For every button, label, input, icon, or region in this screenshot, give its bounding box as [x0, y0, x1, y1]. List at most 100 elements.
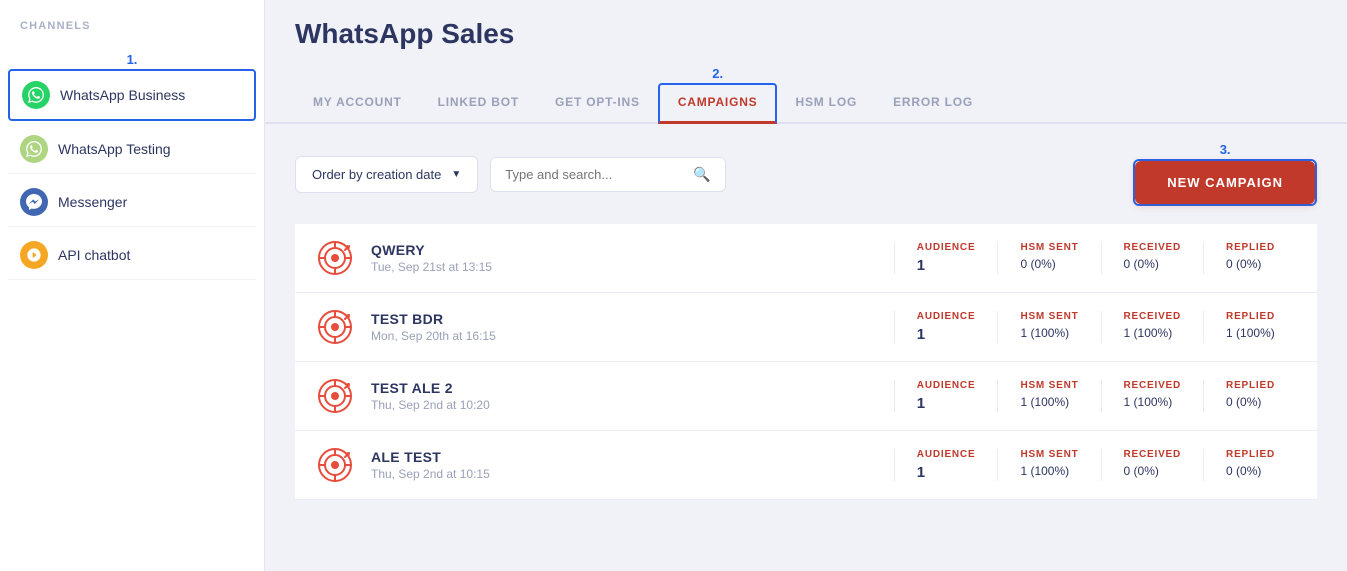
search-input[interactable]	[505, 167, 685, 182]
stat-audience: AUDIENCE 1	[894, 311, 998, 343]
main-header: WhatsApp Sales	[265, 0, 1347, 66]
audience-value: 1	[917, 395, 925, 412]
replied-value: 0 (0%)	[1226, 395, 1261, 409]
received-value: 1 (100%)	[1124, 326, 1173, 340]
stat-hsm-sent: HSM SENT 0 (0%)	[997, 242, 1100, 274]
received-label: RECEIVED	[1124, 380, 1182, 391]
target-icon	[317, 240, 353, 276]
table-row[interactable]: TEST ALE 2 Thu, Sep 2nd at 10:20 AUDIENC…	[295, 362, 1317, 431]
campaign-stats: AUDIENCE 1 HSM SENT 1 (100%) RECEIVED 1 …	[894, 311, 1297, 343]
tab-error-log[interactable]: ERROR LOG	[875, 85, 991, 124]
received-value: 0 (0%)	[1124, 257, 1159, 271]
audience-label: AUDIENCE	[917, 242, 976, 253]
search-icon: 🔍	[693, 166, 710, 183]
hsm-sent-value: 1 (100%)	[1020, 326, 1069, 340]
replied-value: 1 (100%)	[1226, 326, 1275, 340]
campaign-stats: AUDIENCE 1 HSM SENT 1 (100%) RECEIVED 1 …	[894, 380, 1297, 412]
received-value: 1 (100%)	[1124, 395, 1173, 409]
stat-replied: REPLIED 0 (0%)	[1203, 380, 1297, 412]
tab-my-account[interactable]: MY ACCOUNT	[295, 85, 420, 124]
replied-label: REPLIED	[1226, 449, 1275, 460]
table-row[interactable]: ALE TEST Thu, Sep 2nd at 10:15 AUDIENCE …	[295, 431, 1317, 500]
whatsapp-testing-icon	[20, 135, 48, 163]
campaigns-list: QWERY Tue, Sep 21st at 13:15 AUDIENCE 1 …	[265, 224, 1347, 571]
hsm-sent-label: HSM SENT	[1020, 242, 1078, 253]
sidebar-item-whatsapp-testing[interactable]: WhatsApp Testing	[8, 125, 256, 174]
hsm-sent-label: HSM SENT	[1020, 449, 1078, 460]
campaign-stats: AUDIENCE 1 HSM SENT 0 (0%) RECEIVED 0 (0…	[894, 242, 1297, 274]
tab-hsm-log[interactable]: HSM LOG	[777, 85, 875, 124]
stat-hsm-sent: HSM SENT 1 (100%)	[997, 311, 1100, 343]
target-icon	[317, 447, 353, 483]
hsm-sent-value: 1 (100%)	[1020, 395, 1069, 409]
campaign-date: Thu, Sep 2nd at 10:20	[371, 398, 894, 412]
toolbar-left: Order by creation date ▼ 🔍	[295, 156, 726, 193]
campaign-stats: AUDIENCE 1 HSM SENT 1 (100%) RECEIVED 0 …	[894, 449, 1297, 481]
audience-label: AUDIENCE	[917, 311, 976, 322]
target-icon	[317, 378, 353, 414]
replied-value: 0 (0%)	[1226, 257, 1261, 271]
audience-label: AUDIENCE	[917, 380, 976, 391]
replied-label: REPLIED	[1226, 380, 1275, 391]
whatsapp-business-label: WhatsApp Business	[60, 87, 185, 103]
campaign-name: TEST ALE 2	[371, 380, 894, 396]
tab-campaigns-wrapper: 2. CAMPAIGNS	[658, 66, 778, 122]
whatsapp-business-icon	[22, 81, 50, 109]
replied-label: REPLIED	[1226, 242, 1275, 253]
campaign-name: QWERY	[371, 242, 894, 258]
messenger-label: Messenger	[58, 194, 127, 210]
tab-linked-bot[interactable]: LINKED BOT	[420, 85, 537, 124]
received-label: RECEIVED	[1124, 311, 1182, 322]
campaign-date: Tue, Sep 21st at 13:15	[371, 260, 894, 274]
sidebar-item-messenger[interactable]: Messenger	[8, 178, 256, 227]
new-campaign-area: 3. NEW CAMPAIGN	[1133, 142, 1317, 206]
step1-label-wrapper: 1.	[0, 42, 264, 67]
api-chatbot-label: API chatbot	[58, 247, 130, 263]
stat-replied: REPLIED 1 (100%)	[1203, 311, 1297, 343]
stat-audience: AUDIENCE 1	[894, 242, 998, 274]
campaign-icon-wrap	[315, 307, 355, 347]
tabs-bar: MY ACCOUNT LINKED BOT GET OPT-INS 2. CAM…	[265, 66, 1347, 124]
stat-received: RECEIVED 0 (0%)	[1101, 449, 1204, 481]
audience-value: 1	[917, 464, 925, 481]
new-campaign-button-wrapper: NEW CAMPAIGN	[1133, 159, 1317, 206]
table-row[interactable]: QWERY Tue, Sep 21st at 13:15 AUDIENCE 1 …	[295, 224, 1317, 293]
order-label: Order by creation date	[312, 167, 441, 182]
main-content: WhatsApp Sales MY ACCOUNT LINKED BOT GET…	[265, 0, 1347, 571]
received-value: 0 (0%)	[1124, 464, 1159, 478]
replied-value: 0 (0%)	[1226, 464, 1261, 478]
tab-get-opt-ins[interactable]: GET OPT-INS	[537, 85, 658, 124]
sidebar-item-whatsapp-business[interactable]: WhatsApp Business	[8, 69, 256, 121]
chevron-down-icon: ▼	[451, 169, 461, 180]
campaign-name: ALE TEST	[371, 449, 894, 465]
audience-value: 1	[917, 257, 925, 274]
stat-hsm-sent: HSM SENT 1 (100%)	[997, 380, 1100, 412]
audience-value: 1	[917, 326, 925, 343]
campaign-icon-wrap	[315, 445, 355, 485]
step1-label: 1.	[127, 46, 138, 67]
stat-received: RECEIVED 1 (100%)	[1101, 380, 1204, 412]
stat-hsm-sent: HSM SENT 1 (100%)	[997, 449, 1100, 481]
hsm-sent-label: HSM SENT	[1020, 311, 1078, 322]
target-icon	[317, 309, 353, 345]
api-chatbot-icon	[20, 241, 48, 269]
stat-audience: AUDIENCE 1	[894, 449, 998, 481]
tab-campaigns[interactable]: CAMPAIGNS	[658, 83, 778, 124]
campaign-info: TEST ALE 2 Thu, Sep 2nd at 10:20	[371, 380, 894, 412]
new-campaign-button[interactable]: NEW CAMPAIGN	[1135, 161, 1315, 204]
search-box: 🔍	[490, 157, 725, 192]
stat-received: RECEIVED 0 (0%)	[1101, 242, 1204, 274]
campaign-icon-wrap	[315, 238, 355, 278]
table-row[interactable]: TEST BDR Mon, Sep 20th at 16:15 AUDIENCE…	[295, 293, 1317, 362]
order-dropdown[interactable]: Order by creation date ▼	[295, 156, 478, 193]
campaign-date: Thu, Sep 2nd at 10:15	[371, 467, 894, 481]
stat-replied: REPLIED 0 (0%)	[1203, 242, 1297, 274]
channels-label: CHANNELS	[0, 0, 264, 42]
whatsapp-testing-label: WhatsApp Testing	[58, 141, 171, 157]
campaign-info: QWERY Tue, Sep 21st at 13:15	[371, 242, 894, 274]
hsm-sent-value: 0 (0%)	[1020, 257, 1055, 271]
sidebar-item-api-chatbot[interactable]: API chatbot	[8, 231, 256, 280]
received-label: RECEIVED	[1124, 449, 1182, 460]
messenger-icon	[20, 188, 48, 216]
step2-label: 2.	[712, 66, 723, 81]
